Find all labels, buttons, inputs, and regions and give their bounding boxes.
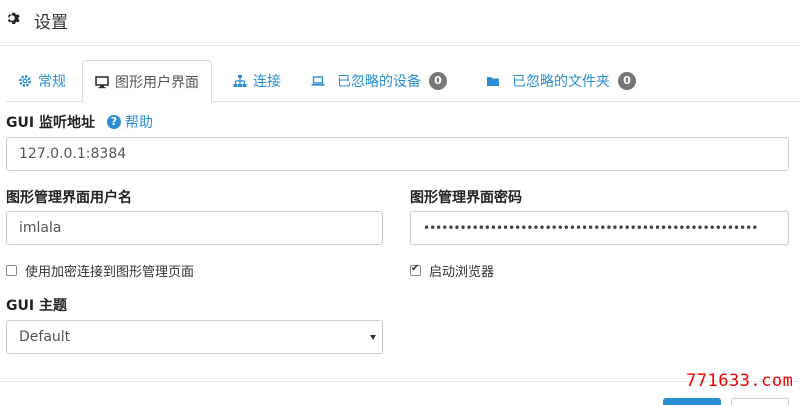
tab-label: 连接: [253, 74, 281, 90]
ignored-devices-count-badge: 0: [429, 72, 447, 90]
password-input[interactable]: ••••••••••••••••••••••••••••••••••••••••…: [410, 211, 789, 245]
folder-icon: [487, 77, 499, 86]
password-label: 图形管理界面密码: [410, 190, 522, 206]
question-icon: ?: [107, 115, 121, 129]
theme-select[interactable]: Default: [6, 320, 383, 354]
username-input[interactable]: imlala: [6, 211, 383, 245]
gear-icon: [19, 75, 31, 87]
listen-address-input[interactable]: 127.0.0.1:8384: [6, 137, 789, 171]
modal-header: 设置: [0, 0, 800, 46]
listen-address-label: GUI 监听地址: [6, 115, 95, 131]
watermark-text: 771633.com: [686, 371, 794, 391]
checkbox-box[interactable]: [6, 265, 17, 276]
tab-label: 图形用户界面: [115, 74, 199, 91]
tab-gui[interactable]: 图形用户界面: [82, 60, 212, 103]
modal-footer-divider: [0, 381, 800, 382]
checkbox-box[interactable]: [410, 263, 421, 276]
laptop-icon: [311, 76, 325, 86]
tab-label: 已忽略的文件夹: [512, 74, 610, 90]
help-link-label: 帮助: [125, 115, 153, 131]
tab-connections[interactable]: 连接: [233, 60, 281, 102]
settings-tabs: 常规 图形用户界面 连接 已忽略的设备 0 已忽略的文件夹 0: [6, 60, 800, 103]
tab-label: 已忽略的设备: [337, 74, 421, 90]
use-https-checkbox[interactable]: 使用加密连接到图形管理页面: [6, 261, 194, 280]
start-browser-checkbox[interactable]: 启动浏览器: [410, 261, 494, 280]
theme-label: GUI 主题: [6, 298, 67, 314]
tab-ignored-devices[interactable]: 已忽略的设备 0: [311, 60, 447, 102]
username-label: 图形管理界面用户名: [6, 190, 132, 206]
save-button[interactable]: [663, 398, 721, 405]
help-link[interactable]: ? 帮助: [107, 112, 153, 132]
sitemap-icon: [233, 75, 247, 87]
gear-icon: [7, 12, 20, 24]
theme-selected-value: Default: [19, 329, 71, 345]
ignored-folders-count-badge: 0: [618, 72, 636, 90]
desktop-icon: [95, 75, 109, 88]
start-browser-label: 启动浏览器: [429, 265, 495, 280]
tab-ignored-folders[interactable]: 已忽略的文件夹 0: [486, 60, 636, 102]
use-https-label: 使用加密连接到图形管理页面: [25, 265, 195, 280]
close-button[interactable]: [731, 398, 789, 405]
tab-general[interactable]: 常规: [18, 60, 66, 102]
chevron-down-icon: [370, 335, 376, 340]
tab-label: 常规: [38, 74, 66, 90]
modal-title: 设置: [34, 13, 68, 33]
